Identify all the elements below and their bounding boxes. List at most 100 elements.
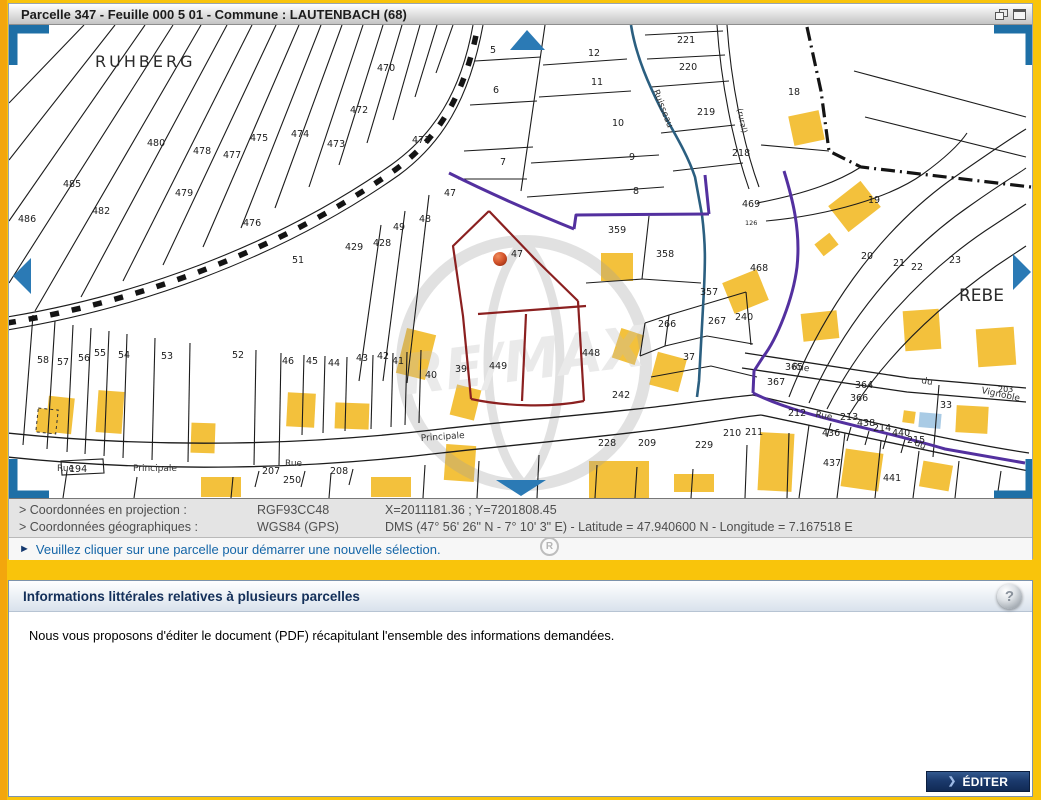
- parcel-number: 208: [330, 466, 348, 477]
- parcel-number: 470: [377, 63, 395, 74]
- parcel-number: 49: [393, 222, 405, 233]
- parcel-number: 52: [232, 350, 244, 361]
- parcel-number: 220: [679, 62, 697, 73]
- parcel-number: 358: [656, 249, 674, 260]
- building: [919, 461, 953, 492]
- street-label: Rue: [285, 459, 303, 469]
- parcel-number: 47: [444, 188, 456, 199]
- parcel-number: 476: [243, 218, 261, 229]
- building: [36, 408, 58, 434]
- parcel-number: 46: [282, 356, 294, 367]
- geographic-system: WGS84 (GPS): [257, 519, 385, 536]
- place-label: RUHBERG: [95, 52, 195, 71]
- parcel-number: 54: [118, 350, 130, 361]
- parcel-number: 44: [328, 358, 340, 369]
- parcel-number: 40: [425, 370, 437, 381]
- parcel-number: 203: [998, 385, 1013, 394]
- parcel-number: 53: [161, 351, 173, 362]
- parcel-number: 10: [612, 118, 624, 129]
- parcel-number: 39: [455, 364, 467, 375]
- parcel-number: 428: [373, 238, 391, 249]
- map-viewport[interactable]: RE/MAXRUHBERGREBERuePrincipaleRuePrincip…: [9, 25, 1032, 498]
- building: [976, 327, 1017, 368]
- parcel-number: 228: [598, 438, 616, 449]
- parcel-number: 436: [822, 428, 840, 439]
- parcel-number: 45: [306, 356, 318, 367]
- parcel-number: 448: [582, 348, 600, 359]
- parcel-number: 367: [767, 377, 785, 388]
- street-label: Principale: [133, 464, 177, 474]
- building: [955, 405, 988, 434]
- building: [371, 477, 411, 497]
- parcel-number: 437: [823, 458, 841, 469]
- coordinates-panel: > Coordonnées en projection : RGF93CC48 …: [9, 498, 1032, 537]
- parcel-number: 19: [868, 195, 880, 206]
- parcel-number: 473: [327, 139, 345, 150]
- instruction-arrow-icon: ►: [19, 543, 30, 555]
- parcel-number: 11: [591, 77, 603, 88]
- parcel-number: 8: [633, 186, 639, 197]
- parcel-number: 33: [940, 400, 952, 411]
- parcel-number: 57: [57, 357, 69, 368]
- cadastral-map[interactable]: RE/MAXRUHBERGREBERuePrincipaleRuePrincip…: [9, 25, 1032, 498]
- maximize-window-icon[interactable]: [1013, 9, 1026, 20]
- help-icon[interactable]: ?: [997, 584, 1022, 609]
- parcel-number: 12: [588, 48, 600, 59]
- parcel-number: 41: [392, 356, 404, 367]
- parcel-number: 212: [788, 408, 806, 419]
- parcel-number: 474: [291, 129, 309, 140]
- parcel-number: 58: [37, 355, 49, 366]
- info-panel-header: Informations littérales relatives à plus…: [9, 581, 1032, 612]
- restore-window-icon[interactable]: [995, 9, 1008, 20]
- instruction-text: Veuillez cliquer sur une parcelle pour d…: [36, 542, 441, 557]
- page-left-border: [0, 0, 7, 800]
- projection-system: RGF93CC48: [257, 502, 385, 519]
- parcel-number: 250: [283, 475, 301, 486]
- building: [801, 310, 840, 342]
- registered-trademark-icon: R: [540, 537, 559, 556]
- parcel-number: 51: [292, 255, 304, 266]
- edit-pdf-button[interactable]: ❯ ÉDITER: [926, 771, 1030, 792]
- building: [286, 392, 316, 427]
- parcel-number: 357: [700, 287, 718, 298]
- page: { "window": { "title": "Parcelle 347 - F…: [0, 0, 1041, 800]
- info-panel-body: Nous vous proposons d'éditer le document…: [9, 612, 1032, 643]
- building: [788, 110, 825, 146]
- parcel-number: 485: [63, 179, 81, 190]
- parcel-number: 18: [788, 87, 800, 98]
- building: [335, 402, 370, 429]
- parcel-number: 210: [723, 428, 741, 439]
- parcel-number: 482: [92, 206, 110, 217]
- parcel-number: 478: [193, 146, 211, 157]
- edit-button-label: ÉDITER: [962, 775, 1008, 789]
- parcel-number: 6: [493, 85, 499, 96]
- geographic-label: > Coordonnées géographiques :: [19, 519, 257, 536]
- parcel-number: 486: [18, 214, 36, 225]
- parcel-number: 21: [893, 258, 905, 269]
- parcel-number: 43: [356, 353, 368, 364]
- parcel-number: 266: [658, 319, 676, 330]
- parcel-number: 20: [861, 251, 873, 262]
- parcel-number: 441: [883, 473, 901, 484]
- info-panel: Informations littérales relatives à plus…: [8, 580, 1033, 797]
- parcel-number: 469: [742, 199, 760, 210]
- parcel-number: 22: [911, 262, 923, 273]
- geographic-coordinates-row: > Coordonnées géographiques : WGS84 (GPS…: [19, 519, 1032, 536]
- parcel-number: 219: [697, 107, 715, 118]
- parcel-number: 42: [377, 351, 389, 362]
- marker-dot[interactable]: [493, 252, 507, 266]
- parcel-number: 55: [94, 348, 106, 359]
- geographic-dms-value: DMS (47° 56' 26" N - 7° 10' 3" E) - Lati…: [385, 519, 853, 536]
- building: [903, 309, 942, 351]
- page-title: Parcelle 347 - Feuille 000 5 01 - Commun…: [21, 7, 407, 22]
- parcel-number: 475: [250, 133, 268, 144]
- parcel-number: 242: [612, 390, 630, 401]
- parcel-number: 449: [489, 361, 507, 372]
- parcel-number: 214: [873, 423, 891, 434]
- building: [190, 423, 215, 454]
- parcel-number: 366: [850, 393, 868, 404]
- info-panel-title: Informations littérales relatives à plus…: [23, 589, 360, 604]
- parcel-number: 267: [708, 316, 726, 327]
- parcel-number: 213: [840, 412, 858, 423]
- marker-parcel-number: 47: [511, 249, 523, 260]
